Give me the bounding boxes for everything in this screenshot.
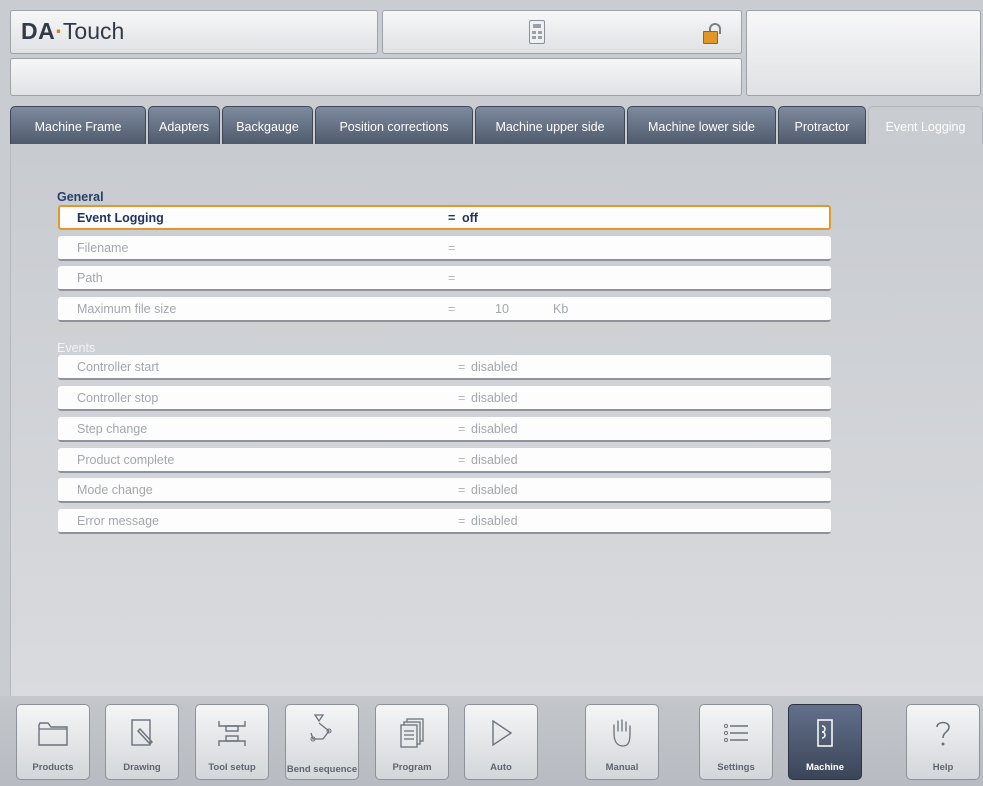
tab-position-corrections[interactable]: Position corrections xyxy=(315,106,473,144)
machine-icon xyxy=(808,717,842,749)
param-label: Event Logging xyxy=(77,211,164,225)
param-row-controller-start[interactable]: Controller start = disabled xyxy=(58,355,831,380)
tab-bar: Machine Frame Adapters Backgauge Positio… xyxy=(10,106,983,144)
hand-icon xyxy=(605,717,639,749)
param-label: Controller start xyxy=(77,360,159,374)
play-icon xyxy=(484,717,518,749)
list-icon xyxy=(719,717,753,749)
tool-setup-icon xyxy=(215,717,249,749)
param-row-path[interactable]: Path = xyxy=(58,266,831,291)
param-label: Error message xyxy=(77,514,159,528)
nav-drawing-button[interactable]: Drawing xyxy=(105,704,179,780)
tab-event-logging[interactable]: Event Logging xyxy=(868,106,983,144)
nav-manual-button[interactable]: Manual xyxy=(585,704,659,780)
param-label: Mode change xyxy=(77,483,153,497)
param-label: Path xyxy=(77,271,103,285)
nav-program-button[interactable]: Program xyxy=(375,704,449,780)
param-equals: = xyxy=(458,391,466,405)
param-row-max-file-size[interactable]: Maximum file size = 10 Kb xyxy=(58,297,831,322)
tab-machine-upper-side[interactable]: Machine upper side xyxy=(475,106,625,144)
nav-products-button[interactable]: Products xyxy=(16,704,90,780)
calculator-icon[interactable] xyxy=(529,20,545,44)
param-label: Controller stop xyxy=(77,391,159,405)
bend-sequence-icon xyxy=(305,711,339,743)
pencil-icon xyxy=(125,717,159,749)
param-row-product-complete[interactable]: Product complete = disabled xyxy=(58,448,831,473)
param-value: disabled xyxy=(471,453,518,467)
param-equals: = xyxy=(448,211,456,225)
tab-machine-lower-side[interactable]: Machine lower side xyxy=(627,106,776,144)
param-label: Filename xyxy=(77,241,129,255)
help-icon xyxy=(926,717,960,749)
param-row-mode-change[interactable]: Mode change = disabled xyxy=(58,478,831,503)
tab-protractor[interactable]: Protractor xyxy=(778,106,866,144)
nav-tool-setup-button[interactable]: Tool setup xyxy=(195,704,269,780)
program-icon xyxy=(395,717,429,749)
param-value: 10 xyxy=(495,302,509,316)
param-value: disabled xyxy=(471,514,518,528)
folder-icon xyxy=(36,717,70,749)
param-row-controller-stop[interactable]: Controller stop = disabled xyxy=(58,386,831,411)
section-title-events: Events xyxy=(57,341,96,355)
status-bar xyxy=(10,58,742,96)
bottom-nav-bar: Products Drawing Tool setup Bend sequenc… xyxy=(0,696,983,786)
param-equals: = xyxy=(458,360,466,374)
param-label: Product complete xyxy=(77,453,175,467)
param-unit: Kb xyxy=(553,302,569,316)
param-equals: = xyxy=(458,514,466,528)
logo-box: DA·Touch xyxy=(10,10,378,54)
param-row-error-message[interactable]: Error message = disabled xyxy=(58,509,831,534)
param-equals: = xyxy=(458,422,466,436)
param-value: disabled xyxy=(471,360,518,374)
param-row-step-change[interactable]: Step change = disabled xyxy=(58,417,831,442)
param-row-filename[interactable]: Filename = xyxy=(58,236,831,261)
param-row-event-logging[interactable]: Event Logging = off xyxy=(58,205,831,230)
param-equals: = xyxy=(448,271,456,285)
section-title-general: General xyxy=(57,190,104,204)
param-equals: = xyxy=(448,302,456,316)
nav-settings-button[interactable]: Settings xyxy=(699,704,773,780)
param-value: off xyxy=(462,211,478,225)
lock-open-icon[interactable] xyxy=(703,23,721,44)
app-logo: DA·Touch xyxy=(21,18,125,44)
header-icon-bar xyxy=(382,10,742,54)
nav-auto-button[interactable]: Auto xyxy=(464,704,538,780)
tab-adapters[interactable]: Adapters xyxy=(148,106,220,144)
param-label: Maximum file size xyxy=(77,302,177,316)
header: DA·Touch xyxy=(10,10,981,96)
param-equals: = xyxy=(458,483,466,497)
header-right-panel xyxy=(746,10,981,96)
settings-panel: General Event Logging = off Filename = P… xyxy=(10,144,983,696)
param-value: disabled xyxy=(471,483,518,497)
param-value: disabled xyxy=(471,391,518,405)
nav-machine-button[interactable]: Machine xyxy=(788,704,862,780)
param-equals: = xyxy=(458,453,466,467)
tab-backgauge[interactable]: Backgauge xyxy=(222,106,313,144)
param-label: Step change xyxy=(77,422,148,436)
tab-machine-frame[interactable]: Machine Frame xyxy=(10,106,146,144)
nav-help-button[interactable]: Help xyxy=(906,704,980,780)
param-equals: = xyxy=(448,241,456,255)
nav-bend-sequence-button[interactable]: Bend sequence xyxy=(285,704,359,780)
param-value: disabled xyxy=(471,422,518,436)
